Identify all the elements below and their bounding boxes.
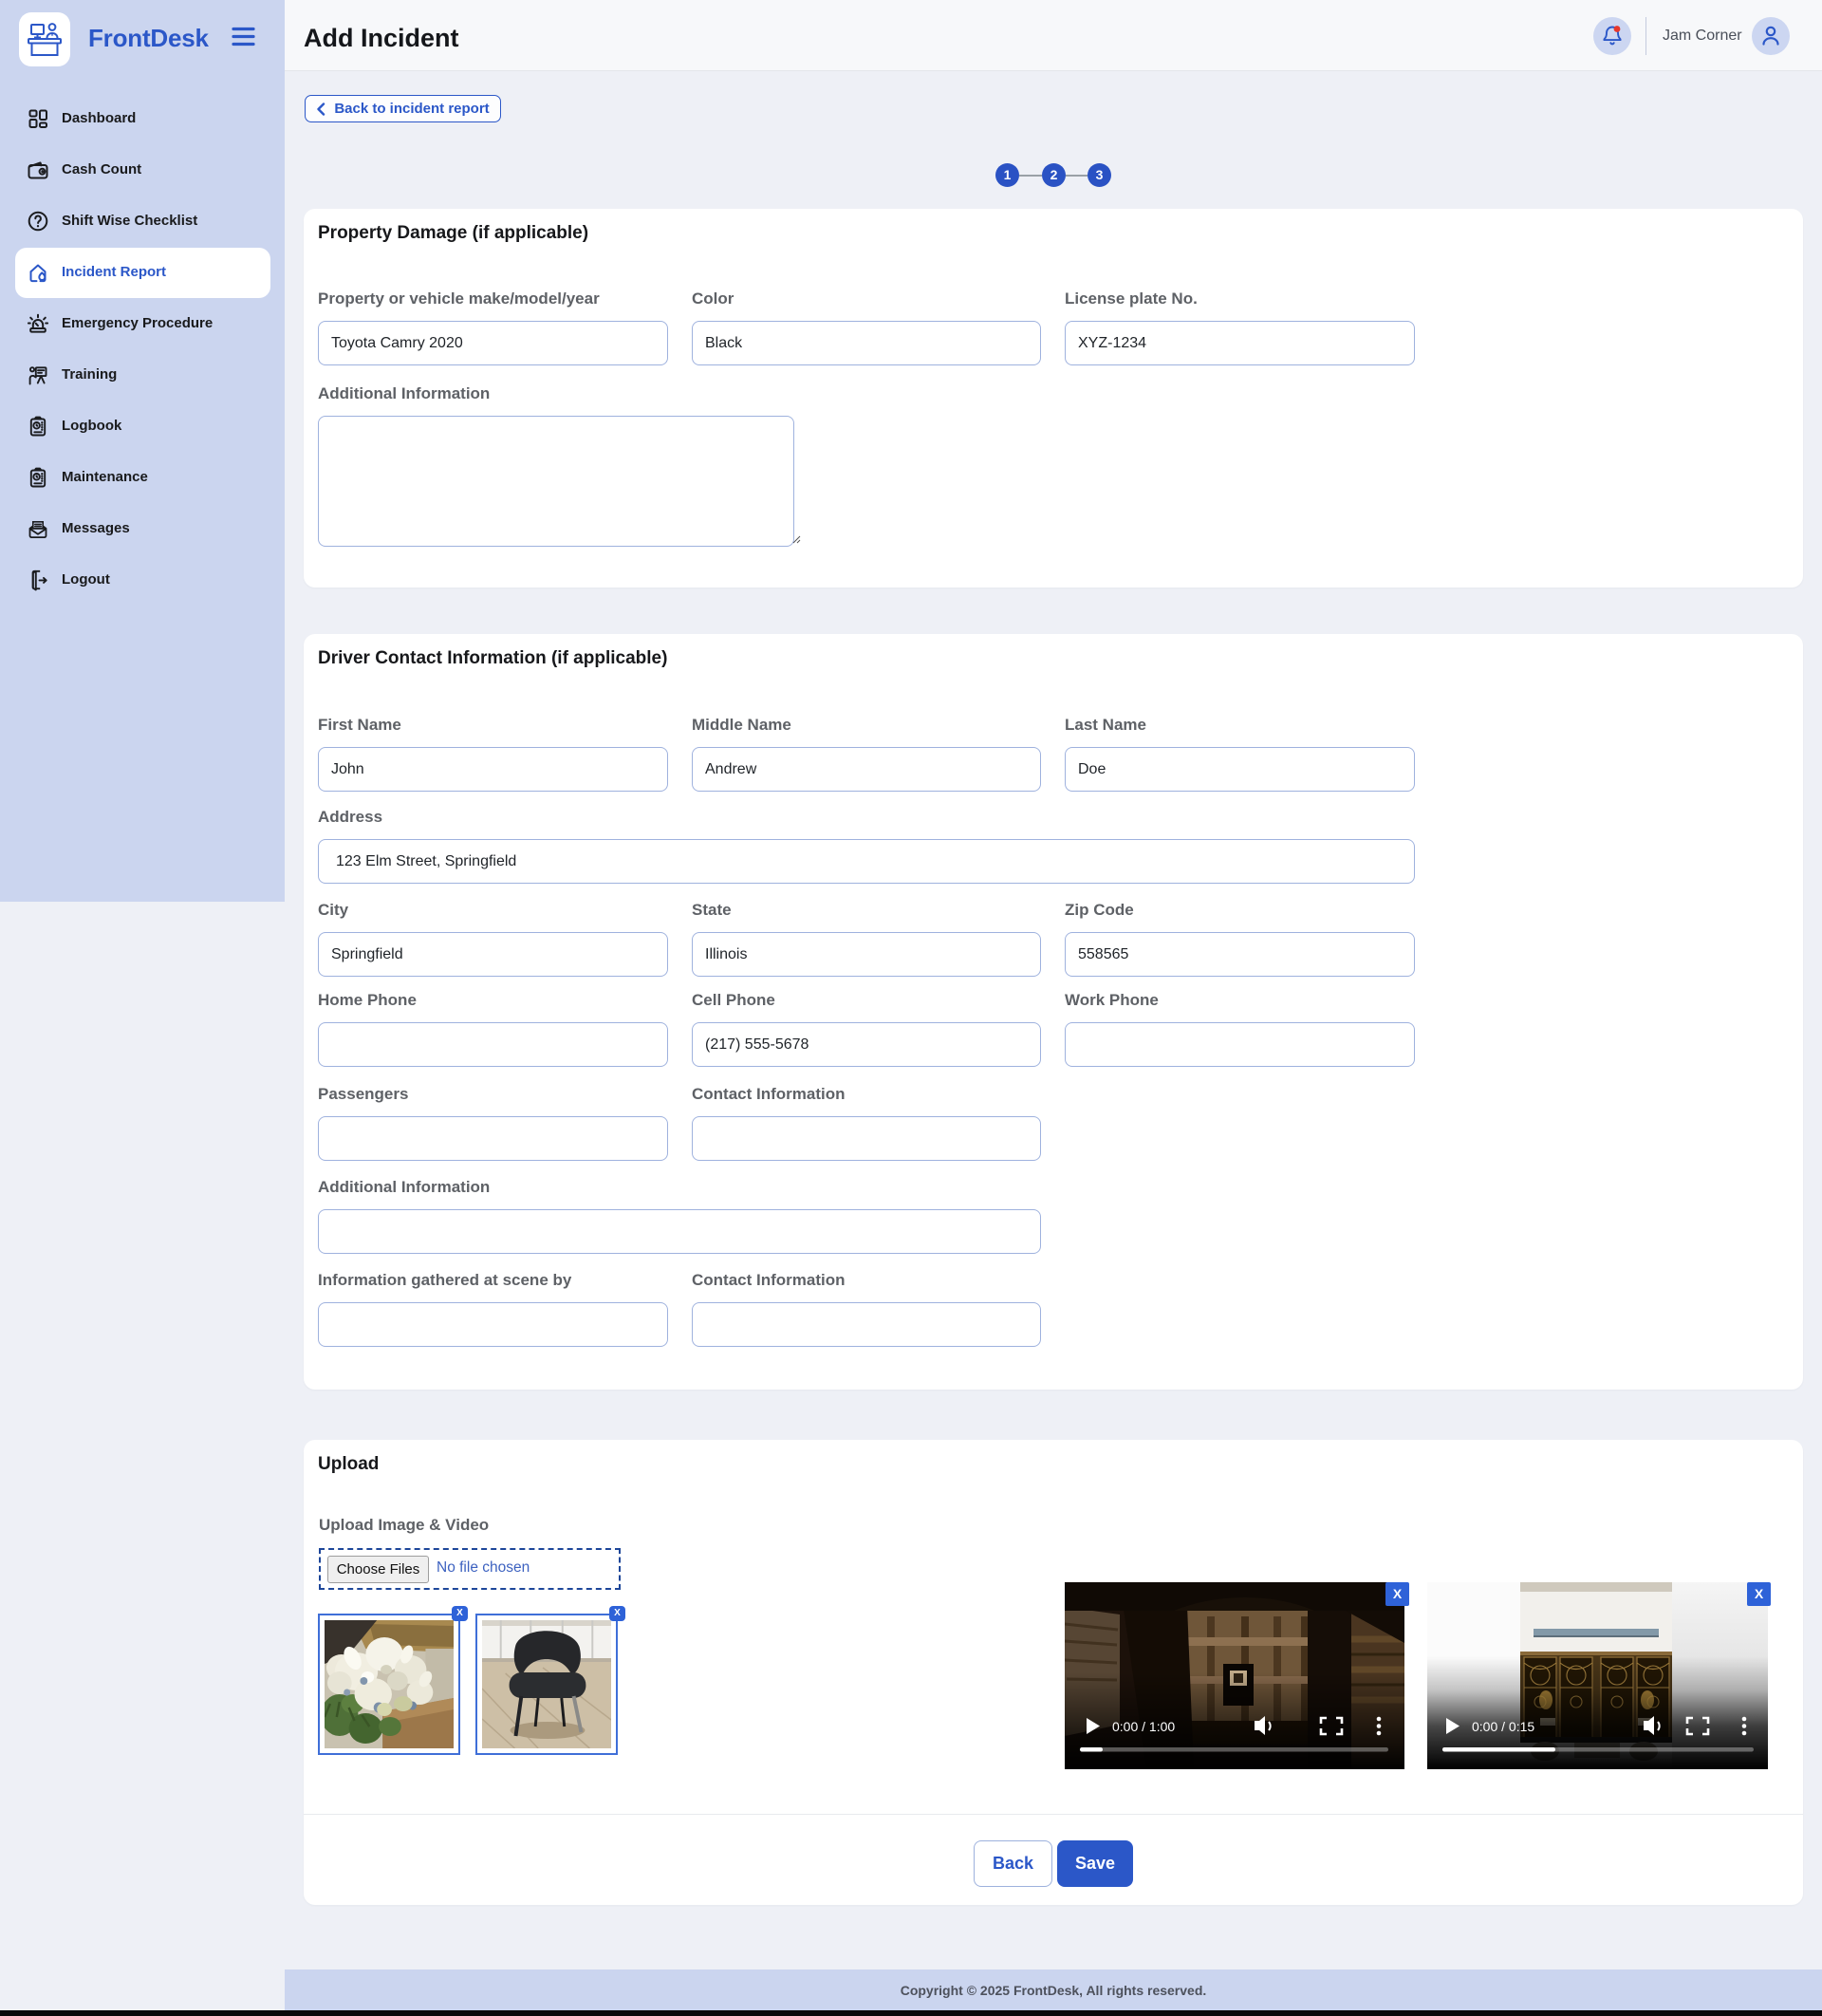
svg-text:0:00 / 1:00: 0:00 / 1:00 [1112, 1719, 1175, 1734]
svg-text:0:00 / 0:15: 0:00 / 0:15 [1472, 1719, 1534, 1734]
